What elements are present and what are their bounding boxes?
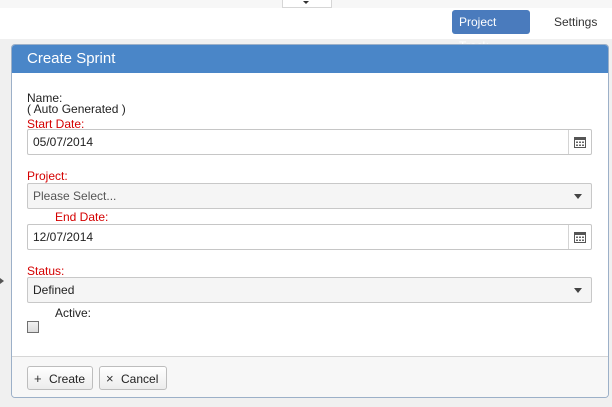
status-select-value: Defined (33, 283, 75, 297)
calendar-icon (574, 137, 586, 148)
dialog-header: Create Sprint (12, 45, 608, 73)
project-select[interactable]: Please Select... (27, 183, 592, 209)
name-value: ( Auto Generated ) (27, 102, 126, 116)
active-label: Active: (55, 306, 92, 320)
dialog-footer: + Create × Cancel (12, 356, 608, 397)
dialog-title: Create Sprint (27, 50, 116, 67)
expand-left-icon[interactable] (0, 278, 4, 284)
create-button[interactable]: + Create (27, 366, 93, 390)
cancel-button[interactable]: × Cancel (99, 366, 167, 390)
plus-icon: + (34, 371, 42, 386)
chevron-down-icon (574, 194, 582, 199)
status-label: Status: (27, 264, 65, 278)
top-nav: Project Track Settings (0, 8, 612, 53)
chevron-down-icon (574, 288, 582, 293)
nav-project-track[interactable]: Project Track (452, 10, 530, 53)
nav-settings[interactable]: Settings (547, 10, 609, 34)
close-icon: × (106, 371, 114, 386)
chevron-down-icon (303, 1, 309, 4)
status-select[interactable]: Defined (27, 277, 592, 303)
end-date-value: 12/07/2014 (33, 230, 94, 244)
start-date-value: 05/07/2014 (33, 135, 94, 149)
end-date-calendar-button[interactable] (568, 225, 591, 249)
collapse-toggle[interactable] (282, 0, 332, 8)
end-date-label: End Date: (55, 210, 109, 224)
project-select-value: Please Select... (33, 189, 117, 203)
cancel-button-label: Cancel (121, 372, 159, 386)
calendar-icon (574, 232, 586, 243)
create-button-label: Create (49, 372, 86, 386)
start-date-field[interactable]: 05/07/2014 (27, 129, 592, 155)
end-date-field[interactable]: 12/07/2014 (27, 224, 592, 250)
active-checkbox[interactable] (27, 321, 39, 333)
start-date-calendar-button[interactable] (568, 130, 591, 154)
project-label: Project: (27, 169, 68, 183)
create-sprint-dialog: Create Sprint Name: ( Auto Generated ) S… (11, 44, 609, 398)
